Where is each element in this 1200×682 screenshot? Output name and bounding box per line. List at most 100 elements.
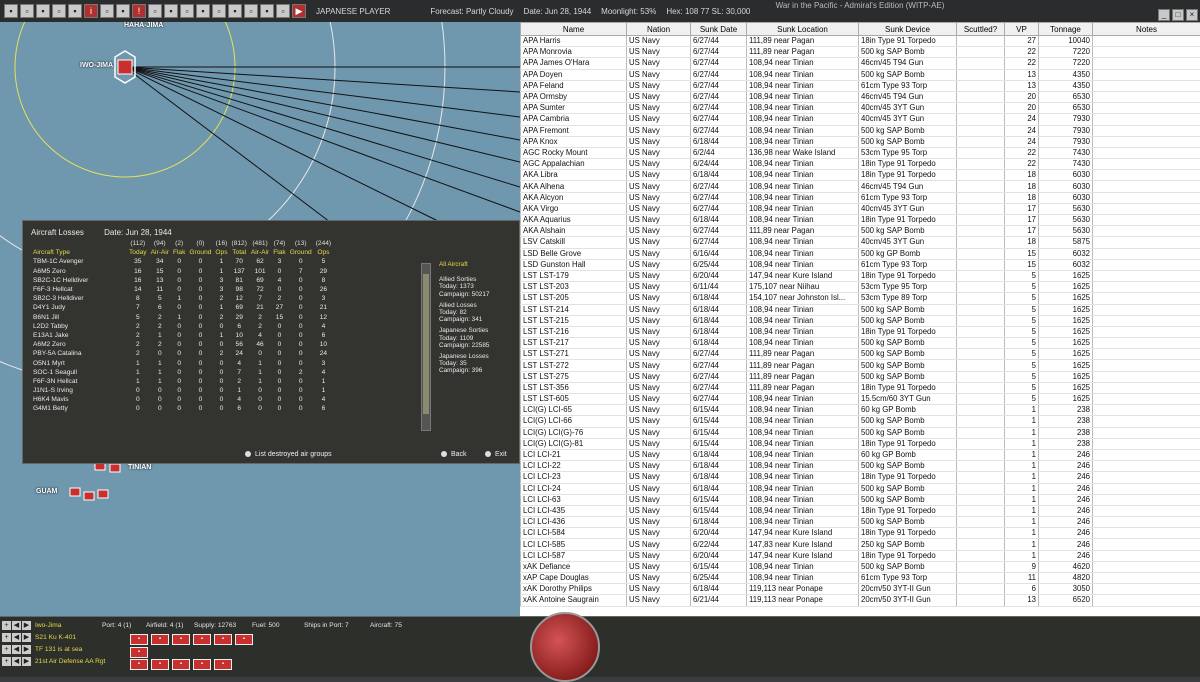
map-icon[interactable]: ▫ — [20, 4, 34, 18]
losses-row[interactable]: F6F-3 Hellcat141100398720026 — [31, 285, 333, 294]
sunk-ship-row[interactable]: LSD Gunston HallUS Navy6/25/44108,94 nea… — [521, 259, 1200, 270]
sunk-ship-row[interactable]: LST LST-356US Navy6/27/44111,89 near Pag… — [521, 382, 1200, 393]
list-destroyed-button[interactable]: List destroyed air groups — [245, 451, 332, 458]
sunk-ship-row[interactable]: LSV CatskillUS Navy6/27/44108,94 near Ti… — [521, 237, 1200, 248]
losses-row[interactable]: SB2C-3 Helldiver85102127203 — [31, 294, 333, 303]
sunk-ship-row[interactable]: LSD Belle GroveUS Navy6/16/44108,94 near… — [521, 248, 1200, 259]
sunk-ship-row[interactable]: LCI LCI-587US Navy6/20/44147,94 near Kur… — [521, 550, 1200, 561]
next-icon[interactable]: ▶ — [22, 621, 31, 630]
base-name[interactable]: Iwo-Jima — [35, 622, 61, 629]
fleet-icon[interactable]: ▪ — [36, 4, 50, 18]
air-icon[interactable]: ▫ — [52, 4, 66, 18]
unit-button[interactable]: ▪ — [214, 634, 232, 645]
guam-unit-icon[interactable] — [84, 492, 94, 500]
sunk-ship-row[interactable]: APA HarrisUS Navy6/27/44111,89 near Paga… — [521, 36, 1200, 47]
sunk-ship-row[interactable]: LCI LCI-435US Navy6/15/44108,94 near Tin… — [521, 505, 1200, 516]
task-force-name[interactable]: TF 131 is at sea — [35, 646, 82, 653]
losses-row[interactable]: J1N1-S Irving0000010001 — [31, 386, 333, 395]
air-unit-name[interactable]: S21 Ku K-401 — [35, 634, 76, 641]
filter-icon[interactable]: ▪ — [260, 4, 274, 18]
sunk-ship-row[interactable]: APA James O'HaraUS Navy6/27/44108,94 nea… — [521, 58, 1200, 69]
sunk-ship-row[interactable]: LST LST-215US Navy6/18/44108,94 near Tin… — [521, 315, 1200, 326]
guam-unit-icon[interactable] — [98, 490, 108, 498]
sunk-column-header[interactable]: Nation — [627, 23, 691, 36]
sunk-ship-row[interactable]: APA CambriaUS Navy6/27/44108,94 near Tin… — [521, 114, 1200, 125]
sunk-column-header[interactable]: Name — [521, 23, 627, 36]
unit-button[interactable]: ▪ — [235, 634, 253, 645]
ground-icon[interactable]: ▪ — [68, 4, 82, 18]
sunk-ship-row[interactable]: LST LST-217US Navy6/18/44108,94 near Tin… — [521, 338, 1200, 349]
sunk-ship-row[interactable]: APA OrmsbyUS Navy6/27/44108,94 near Tini… — [521, 91, 1200, 102]
scrollbar-thumb[interactable] — [423, 274, 429, 414]
back-button[interactable]: Back — [441, 451, 467, 458]
next-icon[interactable]: ▶ — [22, 645, 31, 654]
weather-icon[interactable]: ▪ — [228, 4, 242, 18]
col-air-air[interactable]: Air-Air — [149, 248, 171, 257]
losses-row[interactable]: H6K4 Mavis0000040004 — [31, 395, 333, 404]
sunk-ship-row[interactable]: LST LST-205US Navy6/18/44154,107 near Jo… — [521, 293, 1200, 304]
sunk-ship-row[interactable]: APA DoyenUS Navy6/27/44108,94 near Tinia… — [521, 69, 1200, 80]
sunk-ship-row[interactable]: APA FelandUS Navy6/27/44108,94 near Tini… — [521, 80, 1200, 91]
globe-icon[interactable] — [530, 612, 600, 682]
col-flak[interactable]: Flak — [171, 248, 187, 257]
sunk-ship-row[interactable]: APA MonroviaUS Navy6/27/44111,89 near Pa… — [521, 47, 1200, 58]
close-icon[interactable]: × — [1186, 9, 1198, 21]
sunk-ship-row[interactable]: LCI LCI-21US Navy6/18/44108,94 near Tini… — [521, 449, 1200, 460]
guam-unit-icon[interactable] — [70, 488, 80, 496]
sunk-ship-row[interactable]: xAP Cape DouglasUS Navy6/25/44108,94 nea… — [521, 573, 1200, 584]
unit-button[interactable]: ▪ — [151, 634, 169, 645]
sunk-ship-row[interactable]: LST LST-214US Navy6/18/44108,94 near Tin… — [521, 304, 1200, 315]
expand-icon[interactable]: + — [2, 657, 11, 666]
sunk-ship-row[interactable]: LCI(G) LCI(G)-76US Navy6/15/44108,94 nea… — [521, 427, 1200, 438]
col-ops[interactable]: Ops — [213, 248, 229, 257]
sunk-ship-row[interactable]: LCI LCI-22US Navy6/18/44108,94 near Tini… — [521, 461, 1200, 472]
sunk-column-header[interactable]: Sunk Location — [747, 23, 859, 36]
losses-row[interactable]: B6N1 Jill5210229215012 — [31, 313, 333, 322]
sunk-ship-row[interactable]: LCI(G) LCI(G)-81US Navy6/15/44108,94 nea… — [521, 438, 1200, 449]
info-icon[interactable]: i — [84, 4, 98, 18]
sunk-ship-row[interactable]: xAK Antoine SaugrainUS Navy6/21/44119,11… — [521, 595, 1200, 606]
col-ground-total[interactable]: Ground — [288, 248, 314, 257]
unit-button[interactable]: ▪ — [214, 659, 232, 670]
alert-icon[interactable]: ! — [132, 4, 146, 18]
summary-title[interactable]: All Aircraft — [439, 261, 515, 268]
sunk-ship-row[interactable]: AKA AlshainUS Navy6/27/44111,89 near Pag… — [521, 226, 1200, 237]
sunk-ship-row[interactable]: LST LST-275US Navy6/27/44111,89 near Pag… — [521, 371, 1200, 382]
prev-icon[interactable]: ◀ — [12, 633, 21, 642]
sunk-ship-row[interactable]: LST LST-179US Navy6/20/44147,94 near Kur… — [521, 270, 1200, 281]
unit-button[interactable]: ▪ — [172, 634, 190, 645]
unit-button[interactable]: ▪ — [193, 659, 211, 670]
report-icon[interactable]: ▫ — [100, 4, 114, 18]
sunk-ship-row[interactable]: LCI LCI-436US Navy6/18/44108,94 near Tin… — [521, 517, 1200, 528]
sunk-ship-row[interactable]: LCI LCI-24US Navy6/18/44108,94 near Tini… — [521, 483, 1200, 494]
minimize-icon[interactable]: _ — [1158, 9, 1170, 21]
sunk-ship-row[interactable]: APA FremontUS Navy6/27/44108,94 near Tin… — [521, 125, 1200, 136]
col-ops-total[interactable]: Ops — [314, 248, 333, 257]
sunk-ship-row[interactable]: AGC Rocky MountUS Navy6/2/44136,98 near … — [521, 147, 1200, 158]
base-icon[interactable]: ▪ — [116, 4, 130, 18]
prev-icon[interactable]: ◀ — [12, 657, 21, 666]
iwo-jima-base-icon[interactable] — [118, 60, 132, 74]
losses-scrollbar[interactable] — [421, 263, 431, 431]
col-total[interactable]: Total — [230, 248, 249, 257]
losses-row[interactable]: A6M5 Zero16150011371010729 — [31, 267, 333, 276]
production-icon[interactable]: ▫ — [180, 4, 194, 18]
losses-row[interactable]: G4M1 Betty0000060006 — [31, 404, 333, 413]
tinian-unit-icon[interactable] — [110, 464, 120, 472]
sunk-ship-row[interactable]: LCI LCI-585US Navy6/22/44147,83 near Kur… — [521, 539, 1200, 550]
next-icon[interactable]: ▶ — [22, 633, 31, 642]
unit-button[interactable]: ▪ — [193, 634, 211, 645]
losses-row[interactable]: A6M2 Zero2200056460010 — [31, 340, 333, 349]
sunk-ship-row[interactable]: LST LST-605US Navy6/27/44108,94 near Tin… — [521, 394, 1200, 405]
unit-button[interactable]: ▪ — [130, 647, 148, 658]
ground-unit-name[interactable]: 21st Air Defense AA Rgt — [35, 658, 105, 665]
end-turn-icon[interactable]: ▶ — [292, 4, 306, 18]
losses-row[interactable]: SOC-1 Seagull1100071024 — [31, 368, 333, 377]
expand-icon[interactable]: + — [2, 633, 11, 642]
sunk-ship-row[interactable]: AKA AlcyonUS Navy6/27/44108,94 near Tini… — [521, 192, 1200, 203]
sunk-ship-row[interactable]: xAK Dorothy PhilipsUS Navy6/18/44119,113… — [521, 584, 1200, 595]
exit-button[interactable]: Exit — [485, 451, 507, 458]
sunk-column-header[interactable]: Sunk Device — [859, 23, 957, 36]
sunk-ship-row[interactable]: LCI LCI-584US Navy6/20/44147,94 near Kur… — [521, 528, 1200, 539]
losses-row[interactable]: TBM-1C Avenger35340017062305 — [31, 257, 333, 266]
